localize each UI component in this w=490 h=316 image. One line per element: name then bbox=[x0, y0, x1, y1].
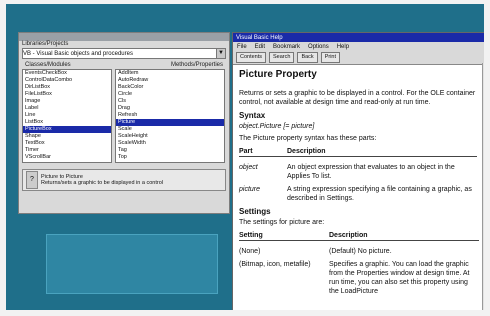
modules-header: Classes/Modules bbox=[25, 62, 71, 68]
syntax-heading: Syntax bbox=[239, 111, 266, 120]
menu-help[interactable]: Help bbox=[337, 44, 349, 50]
part-description: An object expression that evaluates to a… bbox=[287, 164, 455, 180]
part-name: picture bbox=[239, 186, 261, 193]
module-item[interactable]: Line bbox=[23, 112, 111, 119]
help-titlebar[interactable]: Visual Basic Help bbox=[233, 33, 484, 42]
setting-description: Specifies a graphic. You can load the gr… bbox=[329, 261, 470, 295]
parts-header-part: Part bbox=[239, 147, 287, 157]
methods-header: Methods/Properties bbox=[170, 62, 223, 68]
back-button[interactable]: Back bbox=[297, 52, 318, 63]
menu-options[interactable]: Options bbox=[308, 44, 329, 50]
module-item[interactable]: Label bbox=[23, 105, 111, 112]
method-item[interactable]: Picture bbox=[116, 119, 224, 126]
method-item[interactable]: Tag bbox=[116, 147, 224, 154]
module-item[interactable]: EventsCheckBox bbox=[23, 70, 111, 77]
method-item[interactable]: BackColor bbox=[116, 84, 224, 91]
settings-heading: Settings bbox=[239, 207, 271, 216]
object-browser-window: Libraries/Projects VB - Visual Basic obj… bbox=[18, 32, 230, 214]
help-menubar: File Edit Bookmark Options Help bbox=[233, 42, 484, 51]
method-item[interactable]: Top bbox=[116, 154, 224, 161]
module-item[interactable]: Image bbox=[23, 98, 111, 105]
table-row: object An object expression that evaluat… bbox=[239, 163, 484, 181]
module-item[interactable]: FileListBox bbox=[23, 91, 111, 98]
method-item[interactable]: Refresh bbox=[116, 112, 224, 119]
info-description: Returns/sets a graphic to be displayed i… bbox=[41, 180, 163, 186]
libraries-label: Libraries/Projects bbox=[22, 41, 69, 47]
module-item[interactable]: TextBox bbox=[23, 140, 111, 147]
menu-file[interactable]: File bbox=[237, 44, 247, 50]
help-scrollbar[interactable] bbox=[482, 63, 484, 310]
chevron-down-icon[interactable]: ▼ bbox=[216, 49, 225, 58]
setting-name: (None) bbox=[239, 248, 261, 255]
intro-text: Returns or sets a graphic to be displaye… bbox=[239, 90, 476, 106]
print-button[interactable]: Print bbox=[320, 52, 340, 63]
methods-list[interactable]: AddItem AutoRedraw BackColor Circle Cls Drag R… bbox=[115, 69, 225, 163]
method-item[interactable]: ScaleWidth bbox=[116, 140, 224, 147]
syntax-line: object.Picture [= picture] bbox=[239, 123, 315, 130]
help-toolbar: Contents Search Back Print bbox=[233, 51, 484, 65]
setting-description: (Default) No picture. bbox=[329, 248, 392, 255]
table-row: (Bitmap, icon, metafile) Specifies a gra… bbox=[239, 260, 484, 296]
table-row: (None) (Default) No picture. bbox=[239, 247, 484, 256]
info-panel: ? Picture to Picture Returns/sets a grap… bbox=[22, 169, 226, 191]
method-item[interactable]: Scale bbox=[116, 126, 224, 133]
module-item[interactable]: Shape bbox=[23, 133, 111, 140]
parts-header-desc: Description bbox=[287, 147, 477, 157]
module-item[interactable]: ControlDataCombo bbox=[23, 77, 111, 84]
contents-button[interactable]: Contents bbox=[236, 52, 267, 63]
settings-header-desc: Description bbox=[329, 231, 479, 241]
part-description: A string expression specifying a file co… bbox=[287, 186, 472, 202]
libraries-dropdown[interactable]: VB - Visual Basic objects and procedures… bbox=[22, 48, 226, 59]
module-item[interactable]: VScrollBar bbox=[23, 154, 111, 161]
module-item[interactable]: ListBox bbox=[23, 119, 111, 126]
search-button[interactable]: Search bbox=[269, 52, 295, 63]
menu-edit[interactable]: Edit bbox=[255, 44, 265, 50]
method-item[interactable]: Drag bbox=[116, 105, 224, 112]
syntax-description: The Picture property syntax has these pa… bbox=[239, 135, 377, 142]
part-name: object bbox=[239, 164, 258, 171]
method-item[interactable]: AutoRedraw bbox=[116, 77, 224, 84]
help-button[interactable]: ? bbox=[26, 171, 38, 189]
object-browser-titlebar[interactable] bbox=[19, 33, 229, 41]
page-title: Picture Property bbox=[239, 69, 317, 80]
method-item[interactable]: Cls bbox=[116, 98, 224, 105]
settings-header-setting: Setting bbox=[239, 231, 329, 241]
help-window: Visual Basic Help File Edit Bookmark Opt… bbox=[232, 32, 484, 310]
module-item[interactable]: DirListBox bbox=[23, 84, 111, 91]
menu-bookmark[interactable]: Bookmark bbox=[273, 44, 300, 50]
table-row: picture A string expression specifying a… bbox=[239, 185, 484, 203]
desktop-panel bbox=[46, 234, 218, 294]
libraries-value: VB - Visual Basic objects and procedures bbox=[23, 50, 133, 57]
modules-list[interactable]: EventsCheckBox ControlDataCombo DirListBox… bbox=[22, 69, 112, 163]
help-content: Picture Property Returns or sets a graph… bbox=[233, 65, 484, 303]
settings-description: The settings for picture are: bbox=[239, 219, 325, 226]
desktop: Libraries/Projects VB - Visual Basic obj… bbox=[6, 4, 484, 310]
method-item[interactable]: AddItem bbox=[116, 70, 224, 77]
module-item[interactable]: Timer bbox=[23, 147, 111, 154]
setting-name: (Bitmap, icon, metafile) bbox=[239, 261, 311, 268]
method-item[interactable]: ScaleHeight bbox=[116, 133, 224, 140]
module-item[interactable]: PictureBox bbox=[23, 126, 111, 133]
method-item[interactable]: Circle bbox=[116, 91, 224, 98]
